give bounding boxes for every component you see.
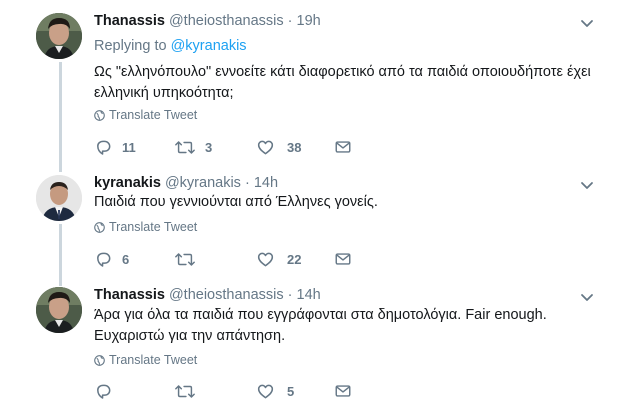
direct-message-button[interactable]	[334, 380, 352, 402]
envelope-icon	[334, 250, 352, 268]
reply-count: 11	[122, 139, 136, 155]
tweet-text: Ως "ελληνόπουλο" εννοείτε κάτι διαφορετι…	[94, 64, 591, 101]
tweet-text-line: Ευχαριστώ για την απάντηση.	[94, 328, 286, 344]
envelope-icon	[334, 382, 352, 400]
tweet[interactable]: Thanassis @theiosthanassis · 19h Replyin…	[0, 10, 635, 160]
avatar[interactable]	[36, 175, 82, 221]
chevron-down-icon[interactable]	[580, 178, 594, 192]
reply-button[interactable]: 11	[94, 136, 136, 158]
replying-to-label: Replying to	[94, 38, 167, 54]
tweet-actions: 11 3 38	[94, 136, 374, 158]
like-count: 5	[287, 383, 295, 399]
heart-icon	[256, 250, 275, 269]
avatar[interactable]	[36, 13, 82, 59]
envelope-icon	[334, 138, 352, 156]
separator-dot: ·	[244, 175, 250, 191]
translate-tweet-link[interactable]: Translate Tweet	[94, 353, 197, 369]
timestamp[interactable]: 14h	[254, 175, 278, 191]
retweet-icon	[174, 382, 196, 401]
retweet-button[interactable]	[174, 380, 205, 402]
retweet-button[interactable]: 3	[174, 136, 212, 158]
reply-button[interactable]: 6	[94, 248, 129, 270]
translate-label: Translate Tweet	[109, 353, 198, 367]
globe-icon	[94, 222, 105, 236]
tweet-header: Thanassis @theiosthanassis · 19h	[94, 13, 321, 29]
avatar[interactable]	[36, 287, 82, 333]
display-name[interactable]: Thanassis	[94, 13, 165, 29]
timestamp[interactable]: 14h	[297, 287, 321, 303]
mention-link[interactable]: @kyranakis	[171, 38, 247, 54]
translate-tweet-link[interactable]: Translate Tweet	[94, 108, 197, 124]
direct-message-button[interactable]	[334, 136, 352, 158]
heart-icon	[256, 138, 275, 157]
like-count: 38	[287, 139, 302, 155]
tweet-header: kyranakis @kyranakis · 14h	[94, 175, 278, 191]
like-count: 22	[287, 251, 302, 267]
timestamp[interactable]: 19h	[297, 13, 321, 29]
chevron-down-icon[interactable]	[580, 290, 594, 304]
tweet[interactable]: kyranakis @kyranakis · 14h Παιδιά που γε…	[0, 172, 635, 272]
tweet-text: Παιδιά που γεννιούνται από Έλληνες γονεί…	[94, 194, 378, 210]
retweet-button[interactable]	[174, 248, 205, 270]
direct-message-button[interactable]	[334, 248, 352, 270]
tweet-actions: 6 22	[94, 248, 374, 270]
replying-to: Replying to @kyranakis	[94, 38, 247, 54]
user-handle[interactable]: @kyranakis	[165, 175, 241, 191]
tweet-text: Άρα για όλα τα παιδιά που εγγράφονται στ…	[94, 305, 614, 347]
retweet-icon	[174, 138, 196, 157]
tweet-header: Thanassis @theiosthanassis · 14h	[94, 287, 321, 303]
like-button[interactable]: 5	[256, 380, 294, 402]
user-handle[interactable]: @theiosthanassis	[169, 287, 284, 303]
reply-count: 6	[122, 251, 130, 267]
reply-icon	[94, 382, 113, 401]
retweet-icon	[174, 250, 196, 269]
globe-icon	[94, 355, 105, 369]
tweet[interactable]: Thanassis @theiosthanassis · 14h Άρα για…	[0, 286, 635, 404]
display-name[interactable]: kyranakis	[94, 175, 161, 191]
translate-label: Translate Tweet	[109, 108, 198, 122]
display-name[interactable]: Thanassis	[94, 287, 165, 303]
like-button[interactable]: 38	[256, 136, 301, 158]
like-button[interactable]: 22	[256, 248, 301, 270]
tweet-actions: 5	[94, 380, 374, 402]
reply-icon	[94, 250, 113, 269]
translate-label: Translate Tweet	[109, 220, 198, 234]
heart-icon	[256, 382, 275, 401]
globe-icon	[94, 110, 105, 124]
separator-dot: ·	[287, 13, 293, 29]
chevron-down-icon[interactable]	[580, 16, 594, 30]
retweet-count: 3	[205, 139, 213, 155]
user-handle[interactable]: @theiosthanassis	[169, 13, 284, 29]
reply-icon	[94, 138, 113, 157]
translate-tweet-link[interactable]: Translate Tweet	[94, 220, 197, 236]
separator-dot: ·	[287, 287, 293, 303]
reply-button[interactable]	[94, 380, 122, 402]
tweet-text-line: Άρα για όλα τα παιδιά που εγγράφονται στ…	[94, 307, 547, 323]
